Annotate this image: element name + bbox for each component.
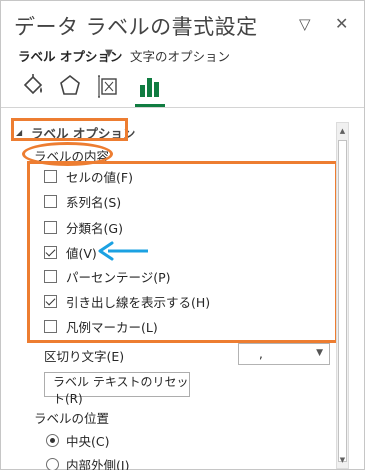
checkbox-label: 系列名(S) [66, 194, 122, 210]
radio-label: 中央(C) [66, 433, 110, 449]
label-position-heading: ラベルの位置 [34, 411, 110, 426]
radio-button[interactable] [46, 457, 59, 470]
close-icon[interactable]: ✕ [335, 15, 348, 33]
checkbox[interactable] [44, 220, 57, 234]
checkbox-legend-key[interactable]: 凡例マーカー(L) [44, 317, 158, 335]
checkbox[interactable] [44, 194, 57, 208]
checkbox-cell-value[interactable]: セルの値(F) [44, 167, 133, 185]
effects-icon[interactable] [58, 73, 82, 99]
checkbox-label: セルの値(F) [66, 169, 133, 185]
checkbox[interactable] [44, 245, 57, 259]
checkbox-label: 値(V) [66, 245, 97, 261]
fill-line-icon[interactable] [21, 73, 45, 99]
separator-value: , [259, 347, 263, 361]
divider [1, 107, 364, 108]
checkbox-leader-lines[interactable]: 引き出し線を表示する(H) [44, 292, 210, 310]
pane-title: データ ラベルの書式設定 [14, 15, 258, 39]
checkbox[interactable] [44, 319, 57, 333]
reset-label-text-button[interactable]: ラベル テキストのリセット(R) [44, 372, 190, 406]
scroll-down-icon[interactable]: ▼ [337, 454, 348, 466]
highlight-rect [11, 118, 128, 141]
radio-label: 内部外側(I) [66, 457, 130, 470]
format-data-labels-pane: データ ラベルの書式設定 ▽ ✕ ラベル オプション ▼ 文字のオプション ◢ … [0, 0, 365, 470]
chevron-down-icon[interactable]: ▼ [105, 48, 113, 59]
arrow-left-icon [98, 241, 148, 261]
chevron-down-icon[interactable]: ▼ [316, 348, 323, 358]
checkbox-percentage[interactable]: パーセンテージ(P) [44, 267, 171, 285]
radio-button[interactable] [46, 433, 59, 447]
label-options-icon[interactable] [138, 73, 162, 99]
checkbox-label: 引き出し線を表示する(H) [66, 294, 211, 310]
vertical-scrollbar[interactable]: ▲ ▼ [336, 122, 349, 469]
radio-inside-end[interactable]: 内部外側(I) [46, 455, 129, 470]
checkbox[interactable] [44, 269, 57, 283]
checkbox[interactable] [44, 169, 57, 183]
checkbox-label: 凡例マーカー(L) [66, 319, 158, 335]
checkbox-category-name[interactable]: 分類名(G) [44, 218, 123, 236]
pane-options-icon[interactable]: ▽ [299, 15, 311, 33]
separator-dropdown[interactable]: , ▼ [238, 343, 330, 365]
checkbox-value[interactable]: 値(V) [44, 243, 97, 261]
separator-label: 区切り文字(E) [44, 349, 125, 364]
radio-center[interactable]: 中央(C) [46, 431, 109, 449]
scroll-up-icon[interactable]: ▲ [337, 125, 348, 137]
text-options-menu[interactable]: 文字のオプション [130, 46, 230, 65]
checkbox-label: 分類名(G) [66, 220, 123, 236]
checkbox[interactable] [44, 294, 57, 308]
checkbox-series-name[interactable]: 系列名(S) [44, 192, 121, 210]
checkbox-label: パーセンテージ(P) [66, 269, 171, 285]
size-properties-icon[interactable] [97, 73, 121, 99]
scroll-thumb[interactable] [338, 140, 347, 462]
